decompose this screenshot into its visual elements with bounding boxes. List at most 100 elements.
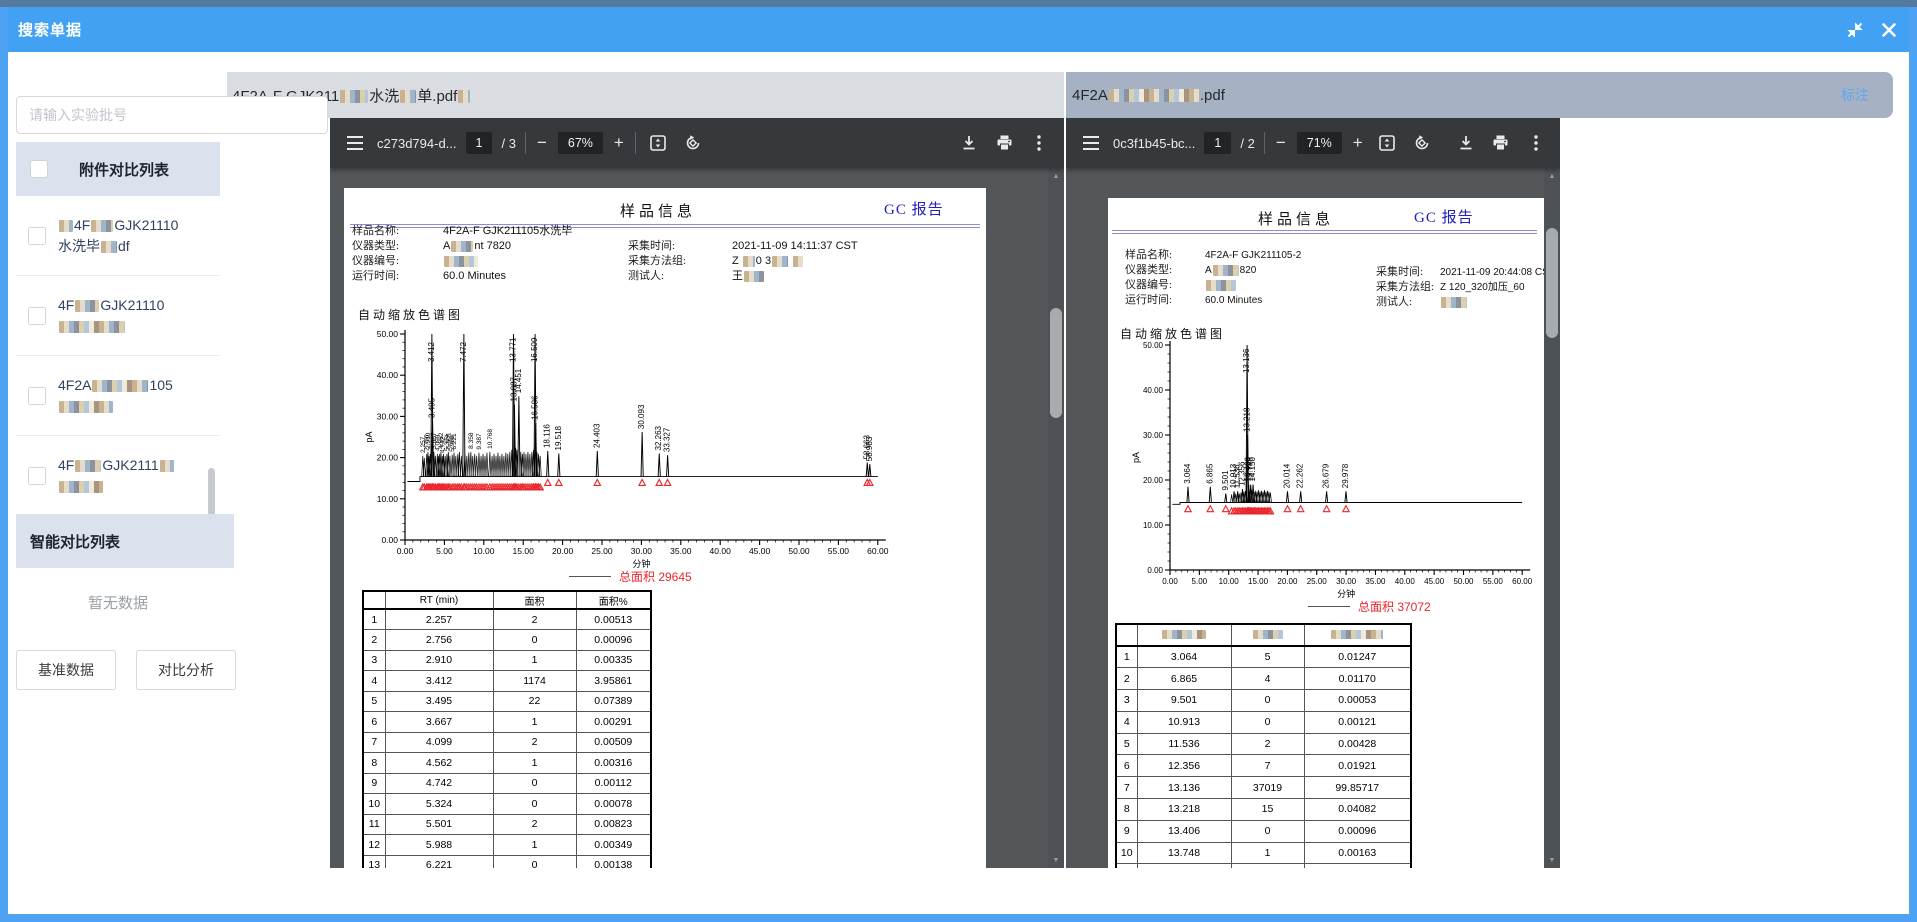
table-row: 43.41211743.95861 [363, 671, 651, 692]
attachment-filename: 4FGJK2111 [58, 455, 218, 497]
table-cell: 10.913 [1137, 711, 1231, 733]
pdf2-scrollbar[interactable]: ▲ ▼ [1544, 168, 1560, 868]
download-icon[interactable] [956, 130, 982, 156]
page-separator: / [501, 136, 505, 151]
annotate-link[interactable]: 标注 [1841, 85, 1869, 105]
close-icon[interactable] [1879, 20, 1899, 40]
zoom-out-icon[interactable]: − [535, 133, 549, 153]
redacted-text [1162, 630, 1206, 639]
info-label: 采集时间: [628, 239, 732, 254]
rotate-icon[interactable] [1409, 130, 1435, 156]
print-icon[interactable] [1488, 130, 1514, 156]
table-cell: 1 [1116, 646, 1137, 668]
svg-text:35.00: 35.00 [670, 546, 692, 556]
table-cell: 2 [493, 732, 576, 753]
collapse-icon[interactable] [1845, 20, 1865, 40]
empty-data-text: 暂无数据 [16, 592, 220, 613]
table-cell: 3.95861 [576, 671, 651, 692]
scroll-up-icon[interactable]: ▲ [1544, 168, 1560, 184]
zoom-out-icon[interactable]: − [1274, 133, 1288, 153]
table-cell: 2 [363, 630, 385, 651]
table-cell: 14.150 [1137, 864, 1231, 868]
attachment-checkbox[interactable] [28, 307, 46, 325]
zoom-in-icon[interactable]: + [1351, 133, 1365, 153]
table-cell: 6 [1116, 755, 1137, 777]
table-cell: 0.00513 [576, 609, 651, 630]
column-header: 面积% [576, 591, 651, 609]
table-row: 813.218150.04082 [1116, 799, 1411, 821]
fit-page-icon[interactable] [645, 130, 671, 156]
svg-text:30.00: 30.00 [1143, 431, 1164, 440]
zoom-in-icon[interactable]: + [612, 133, 626, 153]
pdf1-toolbar: c273d794-d... 1 / 3 − 67% + [330, 118, 1064, 168]
info-value: 2021-11-09 14:11:37 CST [732, 240, 858, 252]
info-label: 采集时间: [1376, 265, 1440, 280]
report-type-tag: GC 报告 [884, 198, 944, 219]
legend-line [1308, 606, 1350, 607]
attachment-list-item[interactable]: 4FGJK21110 [16, 276, 220, 356]
redacted-text [458, 90, 470, 103]
header-separator [1112, 230, 1537, 234]
table-row: 94.74200.00112 [363, 773, 651, 794]
attachment-list-header: 附件对比列表 [16, 142, 220, 196]
search-document-window: 搜索单据 附件对比列表 4FGJK21110水洗毕df4FGJK211104F2… [0, 0, 1917, 922]
info-label: 测试人: [628, 269, 732, 284]
svg-text:10.00: 10.00 [473, 546, 495, 556]
attachment-list-item[interactable]: 4FGJK2111 [16, 436, 220, 514]
svg-text:6.865: 6.865 [1205, 463, 1214, 484]
compare-analysis-button[interactable]: 对比分析 [136, 650, 236, 690]
print-icon[interactable] [991, 130, 1017, 156]
scrollbar-thumb[interactable] [1050, 308, 1062, 418]
menu-icon[interactable] [1078, 130, 1104, 156]
baseline-data-button[interactable]: 基准数据 [16, 650, 116, 690]
info-label: 仪器类型: [1125, 263, 1205, 278]
table-cell: 0.00096 [1304, 820, 1411, 842]
table-row: 26.86540.01170 [1116, 668, 1411, 690]
info-label: 采集方法组: [628, 254, 732, 269]
scroll-down-icon[interactable]: ▼ [1048, 852, 1064, 868]
table-cell: 2.756 [385, 630, 493, 651]
attachment-checkbox[interactable] [28, 467, 46, 485]
svg-text:58.983: 58.983 [865, 436, 874, 461]
sidebar-scrollbar[interactable] [208, 468, 215, 516]
info-label: 样品名称: [1125, 248, 1205, 263]
table-cell: 0.00349 [576, 835, 651, 856]
attachment-list-item[interactable]: 4FGJK21110水洗毕df [16, 196, 220, 276]
svg-text:14.451: 14.451 [514, 368, 523, 393]
redacted-text [101, 241, 117, 253]
scrollbar-thumb[interactable] [1546, 228, 1558, 338]
table-cell: 4.742 [385, 773, 493, 794]
redacted-text [340, 90, 368, 103]
info-label: 运行时间: [1125, 293, 1205, 308]
info-value: 4F2A-F GJK211105-2 [1205, 250, 1301, 261]
toolbar-divider [635, 132, 636, 154]
table-cell: 5.988 [385, 835, 493, 856]
pdf2-page-input[interactable]: 1 [1204, 132, 1231, 154]
rotate-icon[interactable] [680, 130, 706, 156]
table-row: 53.495220.07389 [363, 691, 651, 712]
table-cell: 0 [1231, 820, 1304, 842]
attachment-list-item[interactable]: 4F2A105 [16, 356, 220, 436]
attachment-filename: 4FGJK21110水洗毕df [58, 215, 218, 257]
search-input[interactable] [16, 96, 328, 134]
table-cell: 4 [1231, 668, 1304, 690]
scroll-up-icon[interactable]: ▲ [1048, 168, 1064, 184]
pdf2-document-name: 0c3f1b45-bc... [1113, 136, 1195, 151]
title-bar: 搜索单据 [8, 7, 1909, 52]
pdf2-page: 样品信息GC 报告样品名称:4F2A-F GJK211105-2仪器类型:A82… [1108, 198, 1545, 868]
attachment-checkbox[interactable] [28, 227, 46, 245]
more-options-icon[interactable] [1026, 130, 1052, 156]
pdf2-toolbar: 0c3f1b45-bc... 1 / 2 − 71% + [1066, 118, 1560, 168]
select-all-checkbox[interactable] [30, 160, 48, 178]
fit-page-icon[interactable] [1374, 130, 1400, 156]
scroll-down-icon[interactable]: ▼ [1544, 852, 1560, 868]
menu-icon[interactable] [342, 130, 368, 156]
pdf1-scrollbar[interactable]: ▲ ▼ [1048, 168, 1064, 868]
more-options-icon[interactable] [1523, 130, 1549, 156]
attachment-checkbox[interactable] [28, 387, 46, 405]
redacted-text [160, 460, 174, 472]
pdf1-page-input[interactable]: 1 [466, 132, 493, 154]
total-area-legend: 总面积 37072 [1308, 598, 1431, 615]
download-icon[interactable] [1453, 130, 1479, 156]
report-type-tag: GC 报告 [1414, 206, 1474, 227]
